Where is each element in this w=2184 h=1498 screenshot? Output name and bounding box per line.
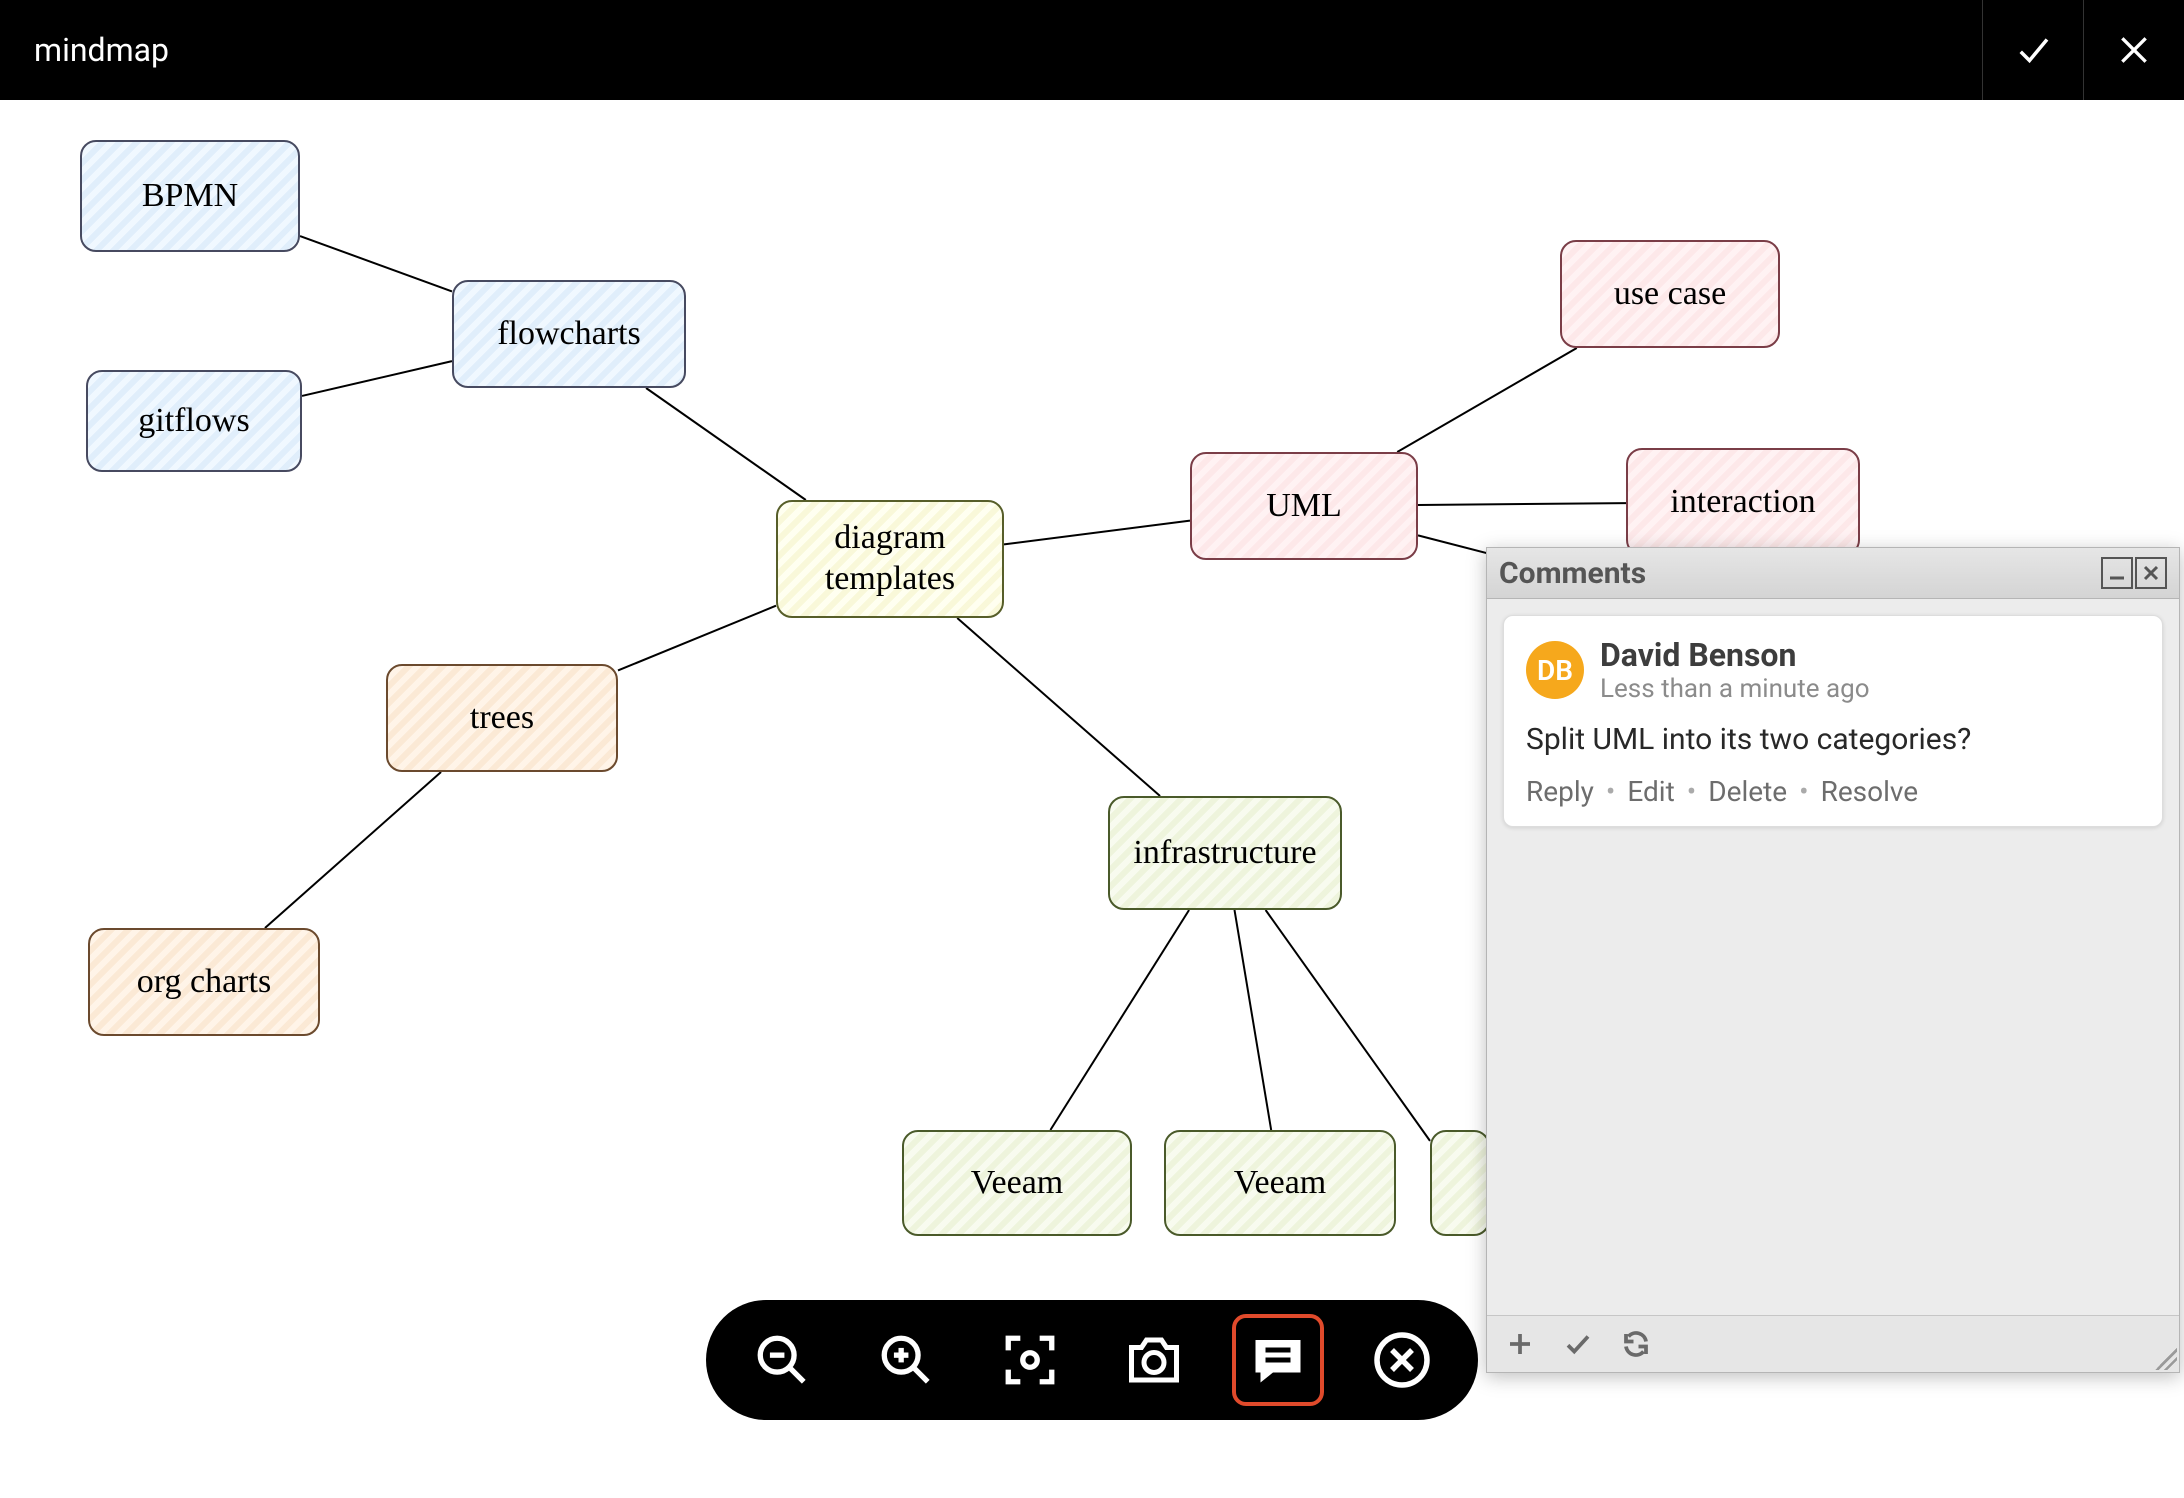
camera-icon <box>1124 1330 1184 1390</box>
node-bpmn[interactable]: BPMN <box>80 140 300 252</box>
header-actions <box>1982 0 2184 100</box>
minimize-panel-button[interactable] <box>2101 557 2133 589</box>
edge-uml-usecase[interactable] <box>1397 348 1577 452</box>
edge-bpmn-flowcharts[interactable] <box>300 236 452 291</box>
edge-infrastructure-veeam1[interactable] <box>1050 910 1189 1130</box>
edge-diagram-uml[interactable] <box>1004 521 1190 545</box>
page-title: mindmap <box>0 31 169 69</box>
comments-icon <box>1248 1330 1308 1390</box>
edge-diagram-trees[interactable] <box>618 606 776 671</box>
comments-titlebar-actions <box>2101 557 2167 589</box>
refresh-button[interactable] <box>1621 1329 1651 1359</box>
close-panel-button[interactable] <box>2135 557 2167 589</box>
edge-diagram-infrastructure[interactable] <box>957 618 1160 796</box>
edge-trees-orgcharts[interactable] <box>265 772 441 928</box>
comments-body[interactable]: DB David Benson Less than a minute ago S… <box>1487 599 2179 1315</box>
node-orgcharts[interactable]: org charts <box>88 928 320 1036</box>
edge-flowcharts-diagram[interactable] <box>646 388 806 500</box>
edge-gitflows-flowcharts[interactable] <box>302 361 452 396</box>
avatar: DB <box>1526 641 1584 699</box>
delete-link[interactable]: Delete <box>1708 775 1787 808</box>
toolbar-close-button[interactable] <box>1366 1324 1438 1396</box>
node-hidden_green[interactable] <box>1430 1130 1490 1236</box>
comment-author: David Benson <box>1600 636 1870 674</box>
confirm-button[interactable] <box>1982 0 2083 100</box>
comments-button[interactable] <box>1242 1324 1314 1396</box>
node-veeam2[interactable]: Veeam <box>1164 1130 1396 1236</box>
comments-titlebar[interactable]: Comments <box>1487 548 2179 599</box>
close-icon <box>2114 30 2154 70</box>
minimize-icon <box>2107 563 2127 583</box>
checkmark-icon <box>1563 1329 1593 1359</box>
resolve-link[interactable]: Resolve <box>1821 775 1919 808</box>
edit-link[interactable]: Edit <box>1627 775 1674 808</box>
zoom-out-button[interactable] <box>746 1324 818 1396</box>
resize-handle[interactable] <box>2155 1348 2177 1370</box>
node-gitflows[interactable]: gitflows <box>86 370 302 472</box>
zoom-out-icon <box>753 1331 811 1389</box>
node-veeam1[interactable]: Veeam <box>902 1130 1132 1236</box>
refresh-icon <box>1621 1329 1651 1359</box>
close-icon <box>2141 563 2161 583</box>
node-infrastructure[interactable]: infrastructure <box>1108 796 1342 910</box>
close-circle-icon <box>1372 1330 1432 1390</box>
resolve-all-button[interactable] <box>1563 1329 1593 1359</box>
camera-button[interactable] <box>1118 1324 1190 1396</box>
edge-uml-interaction[interactable] <box>1418 503 1626 505</box>
node-usecase[interactable]: use case <box>1560 240 1780 348</box>
comments-panel[interactable]: Comments DB David Benson Less than a min… <box>1486 547 2180 1373</box>
edge-infrastructure-veeam2[interactable] <box>1235 910 1272 1130</box>
header-bar: mindmap <box>0 0 2184 100</box>
add-comment-button[interactable] <box>1505 1329 1535 1359</box>
fit-screen-button[interactable] <box>994 1324 1066 1396</box>
comment-card[interactable]: DB David Benson Less than a minute ago S… <box>1503 615 2163 827</box>
node-diagram[interactable]: diagram templates <box>776 500 1004 618</box>
comment-actions: Reply• Edit• Delete• Resolve <box>1526 775 2140 808</box>
zoom-in-icon <box>877 1331 935 1389</box>
view-toolbar <box>706 1300 1478 1420</box>
plus-icon <box>1505 1329 1535 1359</box>
comment-timestamp: Less than a minute ago <box>1600 674 1870 704</box>
comments-footer <box>1487 1315 2179 1372</box>
zoom-in-button[interactable] <box>870 1324 942 1396</box>
reply-link[interactable]: Reply <box>1526 775 1594 808</box>
fit-screen-icon <box>1001 1331 1059 1389</box>
node-uml[interactable]: UML <box>1190 452 1418 560</box>
checkmark-icon <box>2012 29 2054 71</box>
node-interaction[interactable]: interaction <box>1626 448 1860 556</box>
comment-header: DB David Benson Less than a minute ago <box>1526 636 2140 704</box>
node-trees[interactable]: trees <box>386 664 618 772</box>
node-flowcharts[interactable]: flowcharts <box>452 280 686 388</box>
edge-infrastructure-hidden_green[interactable] <box>1266 910 1430 1141</box>
close-button[interactable] <box>2083 0 2184 100</box>
comment-text: Split UML into its two categories? <box>1526 722 2140 757</box>
comments-title: Comments <box>1499 556 1646 591</box>
